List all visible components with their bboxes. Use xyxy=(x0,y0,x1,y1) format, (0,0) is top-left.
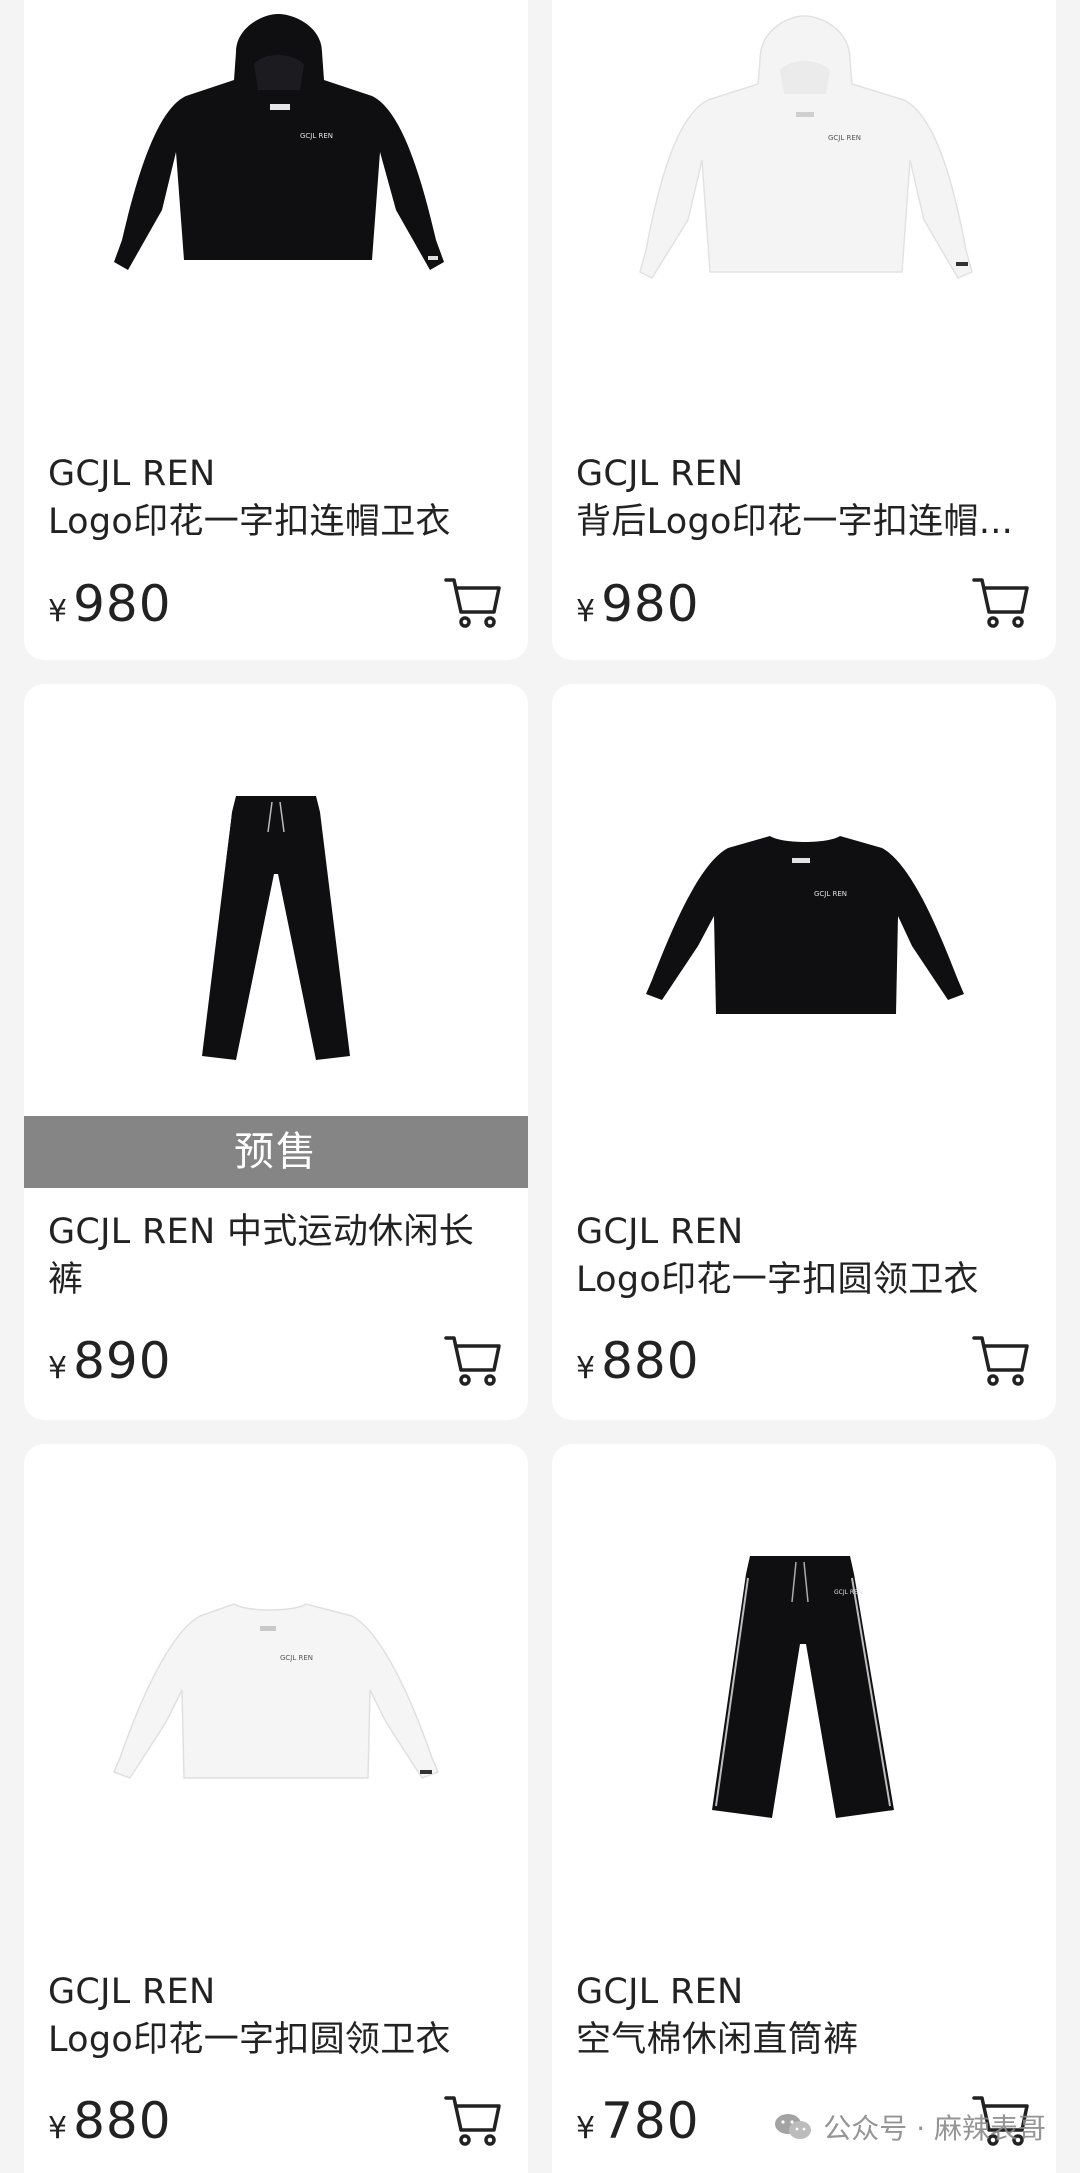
product-name: Logo印花一字扣圆领卫衣 xyxy=(576,1260,979,1300)
watermark-text: 公众号 · 麻辣表哥 xyxy=(823,2112,1046,2145)
add-to-cart-icon[interactable] xyxy=(972,1334,1030,1388)
product-price: ¥ 980 xyxy=(576,575,700,633)
product-grid: GCJL REN GCJL REN Logo印花一字扣连帽卫衣 ¥ 980 GC… xyxy=(0,0,1080,2173)
product-name: Logo印花一字扣圆领卫衣 xyxy=(48,2020,451,2060)
product-card[interactable]: GCJL REN GCJL REN Logo印花一字扣圆领卫衣 ¥ 880 xyxy=(552,684,1056,1420)
product-price: ¥ 880 xyxy=(48,2092,172,2150)
price-value: 880 xyxy=(73,2092,172,2150)
watermark: 公众号 · 麻辣表哥 xyxy=(773,2107,1046,2147)
product-price: ¥ 780 xyxy=(576,2092,700,2150)
currency-symbol: ¥ xyxy=(576,594,596,629)
product-price: ¥ 890 xyxy=(48,1332,172,1390)
product-brand: GCJL REN 中式运动休闲长 xyxy=(48,1212,475,1252)
product-name: 裤 xyxy=(48,1260,84,1300)
product-image[interactable]: GCJL REN xyxy=(552,684,1056,1114)
product-title[interactable]: GCJL REN Logo印花一字扣圆领卫衣 xyxy=(576,1208,1032,1304)
product-price: ¥ 880 xyxy=(576,1332,700,1390)
product-title[interactable]: GCJL REN 空气棉休闲直筒裤 xyxy=(576,1968,1032,2064)
add-to-cart-icon[interactable] xyxy=(444,576,502,630)
product-price: ¥ 980 xyxy=(48,575,172,633)
product-title[interactable]: GCJL REN Logo印花一字扣连帽卫衣 xyxy=(48,450,504,546)
currency-symbol: ¥ xyxy=(48,594,68,629)
price-value: 780 xyxy=(601,2092,700,2150)
product-image[interactable]: GCJL REN xyxy=(552,1444,1056,1874)
product-brand: GCJL REN xyxy=(576,454,744,494)
product-brand: GCJL REN xyxy=(576,1972,744,2012)
price-value: 980 xyxy=(73,575,172,633)
product-image[interactable]: GCJL REN xyxy=(552,0,1056,400)
product-brand: GCJL REN xyxy=(576,1212,744,1252)
product-image[interactable] xyxy=(24,684,528,1114)
product-name: Logo印花一字扣连帽卫衣 xyxy=(48,502,451,542)
product-card[interactable]: GCJL REN GCJL REN Logo印花一字扣连帽卫衣 ¥ 980 xyxy=(24,0,528,660)
price-value: 980 xyxy=(601,575,700,633)
price-value: 880 xyxy=(601,1332,700,1390)
product-brand: GCJL REN xyxy=(48,454,216,494)
product-brand: GCJL REN xyxy=(48,1972,216,2012)
product-title[interactable]: GCJL REN 背后Logo印花一字扣连帽... xyxy=(576,450,1032,546)
currency-symbol: ¥ xyxy=(48,2111,68,2146)
garment-logo: GCJL REN xyxy=(828,134,861,142)
product-title[interactable]: GCJL REN 中式运动休闲长 裤 xyxy=(48,1208,504,1304)
currency-symbol: ¥ xyxy=(48,1351,68,1386)
price-value: 890 xyxy=(73,1332,172,1390)
product-card[interactable]: GCJL REN GCJL REN 空气棉休闲直筒裤 ¥ 780 xyxy=(552,1444,1056,2173)
product-name: 背后Logo印花一字扣连帽... xyxy=(576,502,1014,542)
product-name: 空气棉休闲直筒裤 xyxy=(576,2020,859,2060)
garment-logo: GCJL REN xyxy=(814,890,847,898)
product-image[interactable]: GCJL REN xyxy=(24,0,528,400)
garment-logo: GCJL REN xyxy=(280,1654,313,1662)
garment-logo: GCJL REN xyxy=(300,132,333,140)
product-image[interactable]: GCJL REN xyxy=(24,1444,528,1874)
currency-symbol: ¥ xyxy=(576,1351,596,1386)
add-to-cart-icon[interactable] xyxy=(972,576,1030,630)
wechat-icon xyxy=(775,2114,812,2139)
product-title[interactable]: GCJL REN Logo印花一字扣圆领卫衣 xyxy=(48,1968,504,2064)
product-card[interactable]: GCJL REN GCJL REN 背后Logo印花一字扣连帽... ¥ 980 xyxy=(552,0,1056,660)
currency-symbol: ¥ xyxy=(576,2111,596,2146)
product-card[interactable]: GCJL REN GCJL REN Logo印花一字扣圆领卫衣 ¥ 880 xyxy=(24,1444,528,2173)
add-to-cart-icon[interactable] xyxy=(444,1334,502,1388)
product-card[interactable]: 预售 GCJL REN 中式运动休闲长 裤 ¥ 890 xyxy=(24,684,528,1420)
add-to-cart-icon[interactable] xyxy=(444,2094,502,2148)
garment-logo: GCJL REN xyxy=(834,1589,862,1596)
presale-banner: 预售 xyxy=(24,1116,528,1188)
